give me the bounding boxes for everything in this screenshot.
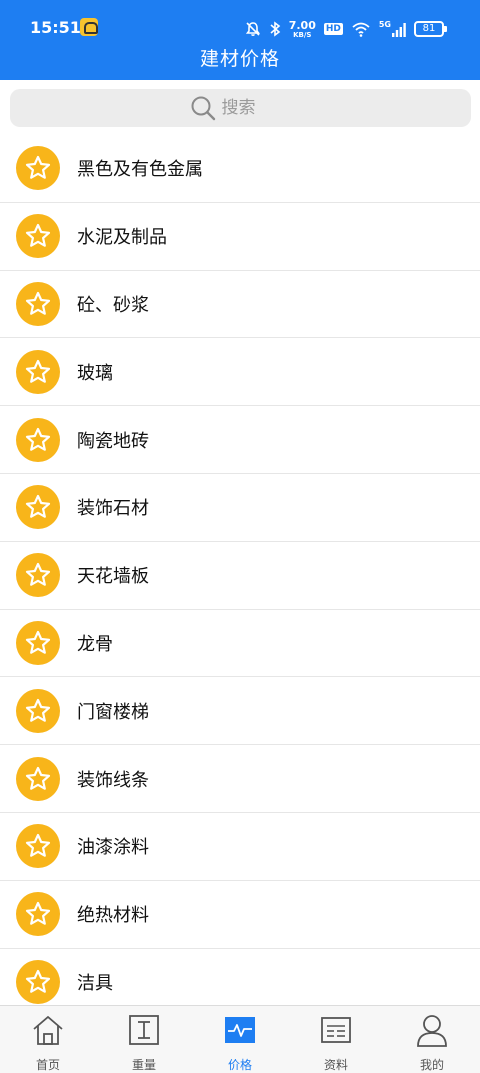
network-type-label: 5G <box>378 20 391 29</box>
star-icon <box>16 688 60 733</box>
star-icon <box>16 620 60 665</box>
search-bar[interactable] <box>10 89 471 127</box>
tab-label: 价格 <box>227 1058 252 1072</box>
category-item[interactable]: 天花墙板 <box>0 541 480 610</box>
network-speed-unit: KB/S <box>293 30 312 39</box>
bottom-tab-bar: 首页 重量 价格 资料 我的 <box>0 1005 480 1073</box>
category-item[interactable]: 黑色及有色金属 <box>0 135 480 203</box>
star-icon <box>16 959 60 1004</box>
category-item[interactable]: 水泥及制品 <box>0 202 480 271</box>
app-header: 15:51 7.00 KB/S HD 5G 81 建材价格 <box>0 0 480 80</box>
tab-user[interactable]: 我的 <box>384 1006 480 1073</box>
tab-home[interactable]: 首页 <box>0 1006 96 1073</box>
category-item[interactable]: 油漆涂料 <box>0 812 480 881</box>
mute-bell-icon <box>245 22 260 36</box>
hd-badge: HD <box>323 23 343 35</box>
star-icon <box>16 214 60 259</box>
signal-bars-icon <box>392 23 406 37</box>
category-label: 龙骨 <box>77 633 113 655</box>
tab-label: 资料 <box>323 1058 348 1072</box>
tab-label: 首页 <box>35 1058 60 1072</box>
home-icon <box>31 1013 65 1051</box>
category-item[interactable]: 陶瓷地砖 <box>0 406 480 474</box>
category-label: 装饰线条 <box>77 769 149 791</box>
star-icon <box>16 824 60 869</box>
star-icon <box>16 756 60 801</box>
wifi-icon <box>352 22 370 37</box>
category-label: 油漆涂料 <box>77 837 149 859</box>
category-label: 砼、砂浆 <box>77 294 149 316</box>
tab-label: 我的 <box>419 1058 444 1072</box>
tab-document[interactable]: 资料 <box>288 1006 384 1073</box>
page-title: 建材价格 <box>199 48 280 70</box>
category-list: 黑色及有色金属 水泥及制品砼、砂浆玻璃陶瓷地砖装饰石材天花墙板龙骨门窗楼梯装饰线条… <box>0 135 480 1017</box>
category-item[interactable]: 龙骨 <box>0 609 480 678</box>
category-label: 水泥及制品 <box>77 227 167 249</box>
document-icon <box>319 1013 353 1051</box>
network-speed-value: 7.00 <box>288 18 316 32</box>
category-label: 装饰石材 <box>77 498 149 520</box>
status-time: 15:51 <box>30 18 81 37</box>
category-item[interactable]: 绝热材料 <box>0 880 480 949</box>
star-icon <box>16 281 60 326</box>
category-label: 天花墙板 <box>77 566 149 588</box>
cellular-signal: 5G <box>379 21 406 37</box>
category-label: 玻璃 <box>77 362 113 384</box>
search-input[interactable] <box>221 98 292 118</box>
tab-price-chart[interactable]: 价格 <box>192 1006 288 1073</box>
app-notification-icon <box>80 18 98 36</box>
weight-icon <box>127 1013 161 1051</box>
star-icon <box>16 417 60 462</box>
category-label: 绝热材料 <box>77 905 149 927</box>
star-icon <box>16 892 60 937</box>
star-icon <box>16 485 60 530</box>
category-item[interactable]: 装饰线条 <box>0 745 480 813</box>
tab-weight[interactable]: 重量 <box>96 1006 192 1073</box>
search-icon <box>191 96 215 121</box>
bluetooth-icon <box>270 21 280 37</box>
star-icon <box>16 146 60 191</box>
price-chart-icon <box>223 1013 257 1051</box>
status-icons: 7.00 KB/S HD 5G 81 <box>245 18 447 40</box>
category-item[interactable]: 门窗楼梯 <box>0 677 480 746</box>
star-icon <box>16 553 60 598</box>
category-label: 黑色及有色金属 <box>77 159 203 181</box>
category-label: 陶瓷地砖 <box>77 430 149 452</box>
category-label: 洁具 <box>77 972 113 994</box>
status-bar: 15:51 7.00 KB/S HD 5G 81 <box>0 0 480 40</box>
category-label: 门窗楼梯 <box>77 701 149 723</box>
category-item[interactable]: 玻璃 <box>0 338 480 407</box>
network-speed: 7.00 KB/S <box>289 20 316 39</box>
category-item[interactable]: 砼、砂浆 <box>0 270 480 339</box>
battery-indicator: 81 <box>414 21 447 37</box>
category-item[interactable]: 装饰石材 <box>0 473 480 542</box>
star-icon <box>16 349 60 394</box>
tab-label: 重量 <box>131 1058 156 1072</box>
user-icon <box>415 1013 449 1051</box>
